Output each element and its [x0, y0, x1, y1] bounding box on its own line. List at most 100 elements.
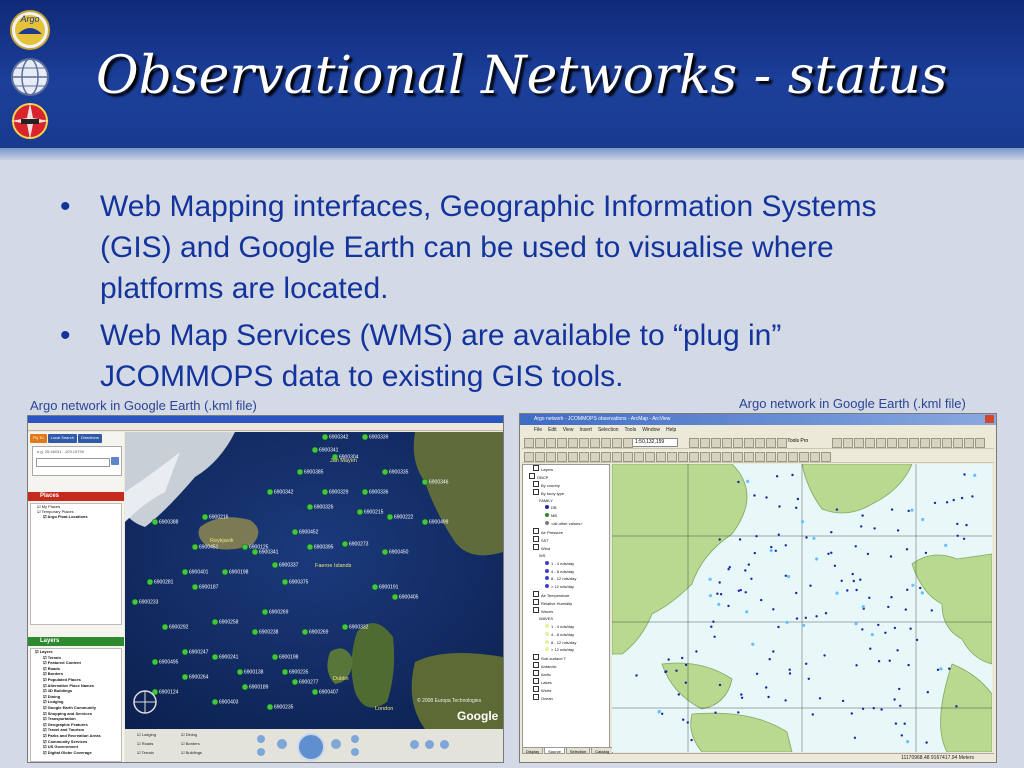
argo-float-point[interactable]	[955, 705, 958, 708]
arcmap-toolbar-button[interactable]	[579, 452, 589, 462]
argo-float-point[interactable]	[973, 473, 977, 477]
toc-item[interactable]: Arctic	[523, 670, 609, 678]
argo-float-marker[interactable]	[201, 513, 209, 521]
argo-float-point[interactable]	[753, 551, 756, 555]
ge-rotate-button[interactable]	[331, 739, 341, 749]
argo-float-point[interactable]	[962, 537, 966, 540]
argo-float-point[interactable]	[665, 670, 668, 673]
arcmap-toolbar-button[interactable]	[942, 438, 952, 448]
ge-navigation-compass-icon[interactable]	[133, 690, 157, 714]
toc-item[interactable]: 1 - 4 nds/day	[523, 560, 609, 568]
argo-float-point[interactable]	[667, 658, 670, 661]
argo-float-point[interactable]	[802, 623, 806, 627]
argo-float-point[interactable]	[753, 494, 756, 497]
arcmap-toolbar-button[interactable]	[557, 452, 567, 462]
argo-float-point[interactable]	[712, 620, 715, 623]
toc-item[interactable]: SST	[523, 536, 609, 544]
argo-float-point[interactable]	[788, 672, 792, 675]
argo-float-point[interactable]	[661, 712, 664, 715]
layer-toggle[interactable]: ☑ Lodging	[137, 732, 156, 737]
argo-float-marker[interactable]	[361, 433, 369, 441]
toc-item[interactable]: WS	[523, 552, 609, 560]
ge-tilt-button[interactable]	[277, 739, 287, 749]
argo-float-marker[interactable]	[241, 543, 249, 551]
argo-float-point[interactable]	[805, 536, 808, 539]
arcmap-toolbar-button[interactable]	[645, 452, 655, 462]
argo-float-point[interactable]	[872, 707, 875, 710]
argo-float-point[interactable]	[796, 497, 800, 501]
argo-float-point[interactable]	[854, 622, 858, 626]
arcmap-toolbar-button[interactable]	[766, 438, 776, 448]
argo-float-point[interactable]	[690, 738, 693, 742]
arcmap-toolbar-button[interactable]	[546, 438, 556, 448]
argo-float-point[interactable]	[956, 534, 959, 537]
arcmap-toolbar-button[interactable]	[766, 452, 776, 462]
argo-float-point[interactable]	[784, 544, 787, 547]
arcmap-toolbar-button[interactable]	[898, 438, 908, 448]
argo-float-marker[interactable]	[251, 548, 259, 556]
argo-float-point[interactable]	[840, 579, 843, 582]
argo-float-marker[interactable]	[181, 648, 189, 656]
argo-float-point[interactable]	[800, 520, 805, 524]
argo-float-point[interactable]	[854, 545, 857, 548]
argo-float-point[interactable]	[823, 654, 826, 657]
argo-float-point[interactable]	[904, 608, 907, 611]
arcmap-toolbar-button[interactable]	[733, 438, 743, 448]
argo-float-marker[interactable]	[151, 518, 159, 526]
layer-checkbox[interactable]	[533, 685, 539, 692]
argo-float-point[interactable]	[893, 698, 896, 701]
argo-float-point[interactable]	[939, 667, 943, 671]
argo-float-point[interactable]	[682, 718, 685, 721]
argo-float-point[interactable]	[769, 549, 773, 553]
argo-float-point[interactable]	[795, 506, 798, 509]
argo-float-point[interactable]	[877, 660, 881, 663]
toc-item[interactable]: By buoy type	[523, 488, 609, 497]
arcmap-toolbar-button[interactable]	[744, 438, 754, 448]
argo-float-point[interactable]	[716, 592, 719, 595]
argo-float-point[interactable]	[965, 523, 968, 527]
argo-float-marker[interactable]	[306, 543, 314, 551]
argo-float-point[interactable]	[903, 722, 906, 725]
argo-float-marker[interactable]	[291, 528, 299, 536]
argo-float-point[interactable]	[718, 581, 721, 584]
argo-float-point[interactable]	[747, 563, 750, 566]
argo-float-marker[interactable]	[271, 653, 279, 661]
argo-float-point[interactable]	[718, 683, 722, 687]
arcmap-toolbar-button[interactable]	[612, 438, 622, 448]
arcmap-toolbar-button[interactable]	[590, 452, 600, 462]
arcmap-toolbar-button[interactable]	[755, 438, 765, 448]
layer-checkbox[interactable]	[533, 693, 539, 700]
argo-float-point[interactable]	[777, 533, 780, 536]
arcmap-toolbar-button[interactable]	[931, 438, 941, 448]
argo-float-point[interactable]	[915, 638, 919, 642]
arcmap-toolbar-button[interactable]	[711, 438, 721, 448]
argo-float-point[interactable]	[944, 543, 948, 547]
argo-float-point[interactable]	[860, 525, 863, 528]
argo-float-point[interactable]	[919, 586, 922, 590]
argo-float-point[interactable]	[936, 668, 940, 671]
argo-float-point[interactable]	[899, 704, 902, 707]
argo-float-point[interactable]	[635, 674, 638, 677]
arcmap-toolbar-button[interactable]	[623, 452, 633, 462]
arcmap-toolbar-button[interactable]	[623, 438, 633, 448]
layer-checkbox[interactable]	[533, 536, 539, 543]
argo-float-marker[interactable]	[211, 618, 219, 626]
argo-float-point[interactable]	[713, 635, 716, 638]
argo-float-point[interactable]	[924, 551, 928, 555]
toc-item[interactable]: OBCP	[523, 472, 609, 481]
arcmap-toolbar-button[interactable]	[975, 438, 985, 448]
arcmap-toolbar-button[interactable]	[524, 452, 534, 462]
arcmap-toolbar-button[interactable]	[689, 438, 699, 448]
layer-checkbox[interactable]	[533, 543, 539, 550]
argo-float-point[interactable]	[815, 557, 819, 561]
argo-float-marker[interactable]	[371, 583, 379, 591]
argo-float-marker[interactable]	[381, 468, 389, 476]
arcmap-toolbar-button[interactable]	[700, 438, 710, 448]
argo-float-point[interactable]	[805, 662, 808, 665]
argo-float-marker[interactable]	[151, 658, 159, 666]
argo-float-point[interactable]	[824, 612, 828, 615]
arcmap-toolbar-button[interactable]	[810, 452, 820, 462]
ge-nav-button[interactable]	[351, 748, 359, 756]
argo-float-marker[interactable]	[341, 540, 349, 548]
layer-checkbox[interactable]	[533, 591, 539, 598]
